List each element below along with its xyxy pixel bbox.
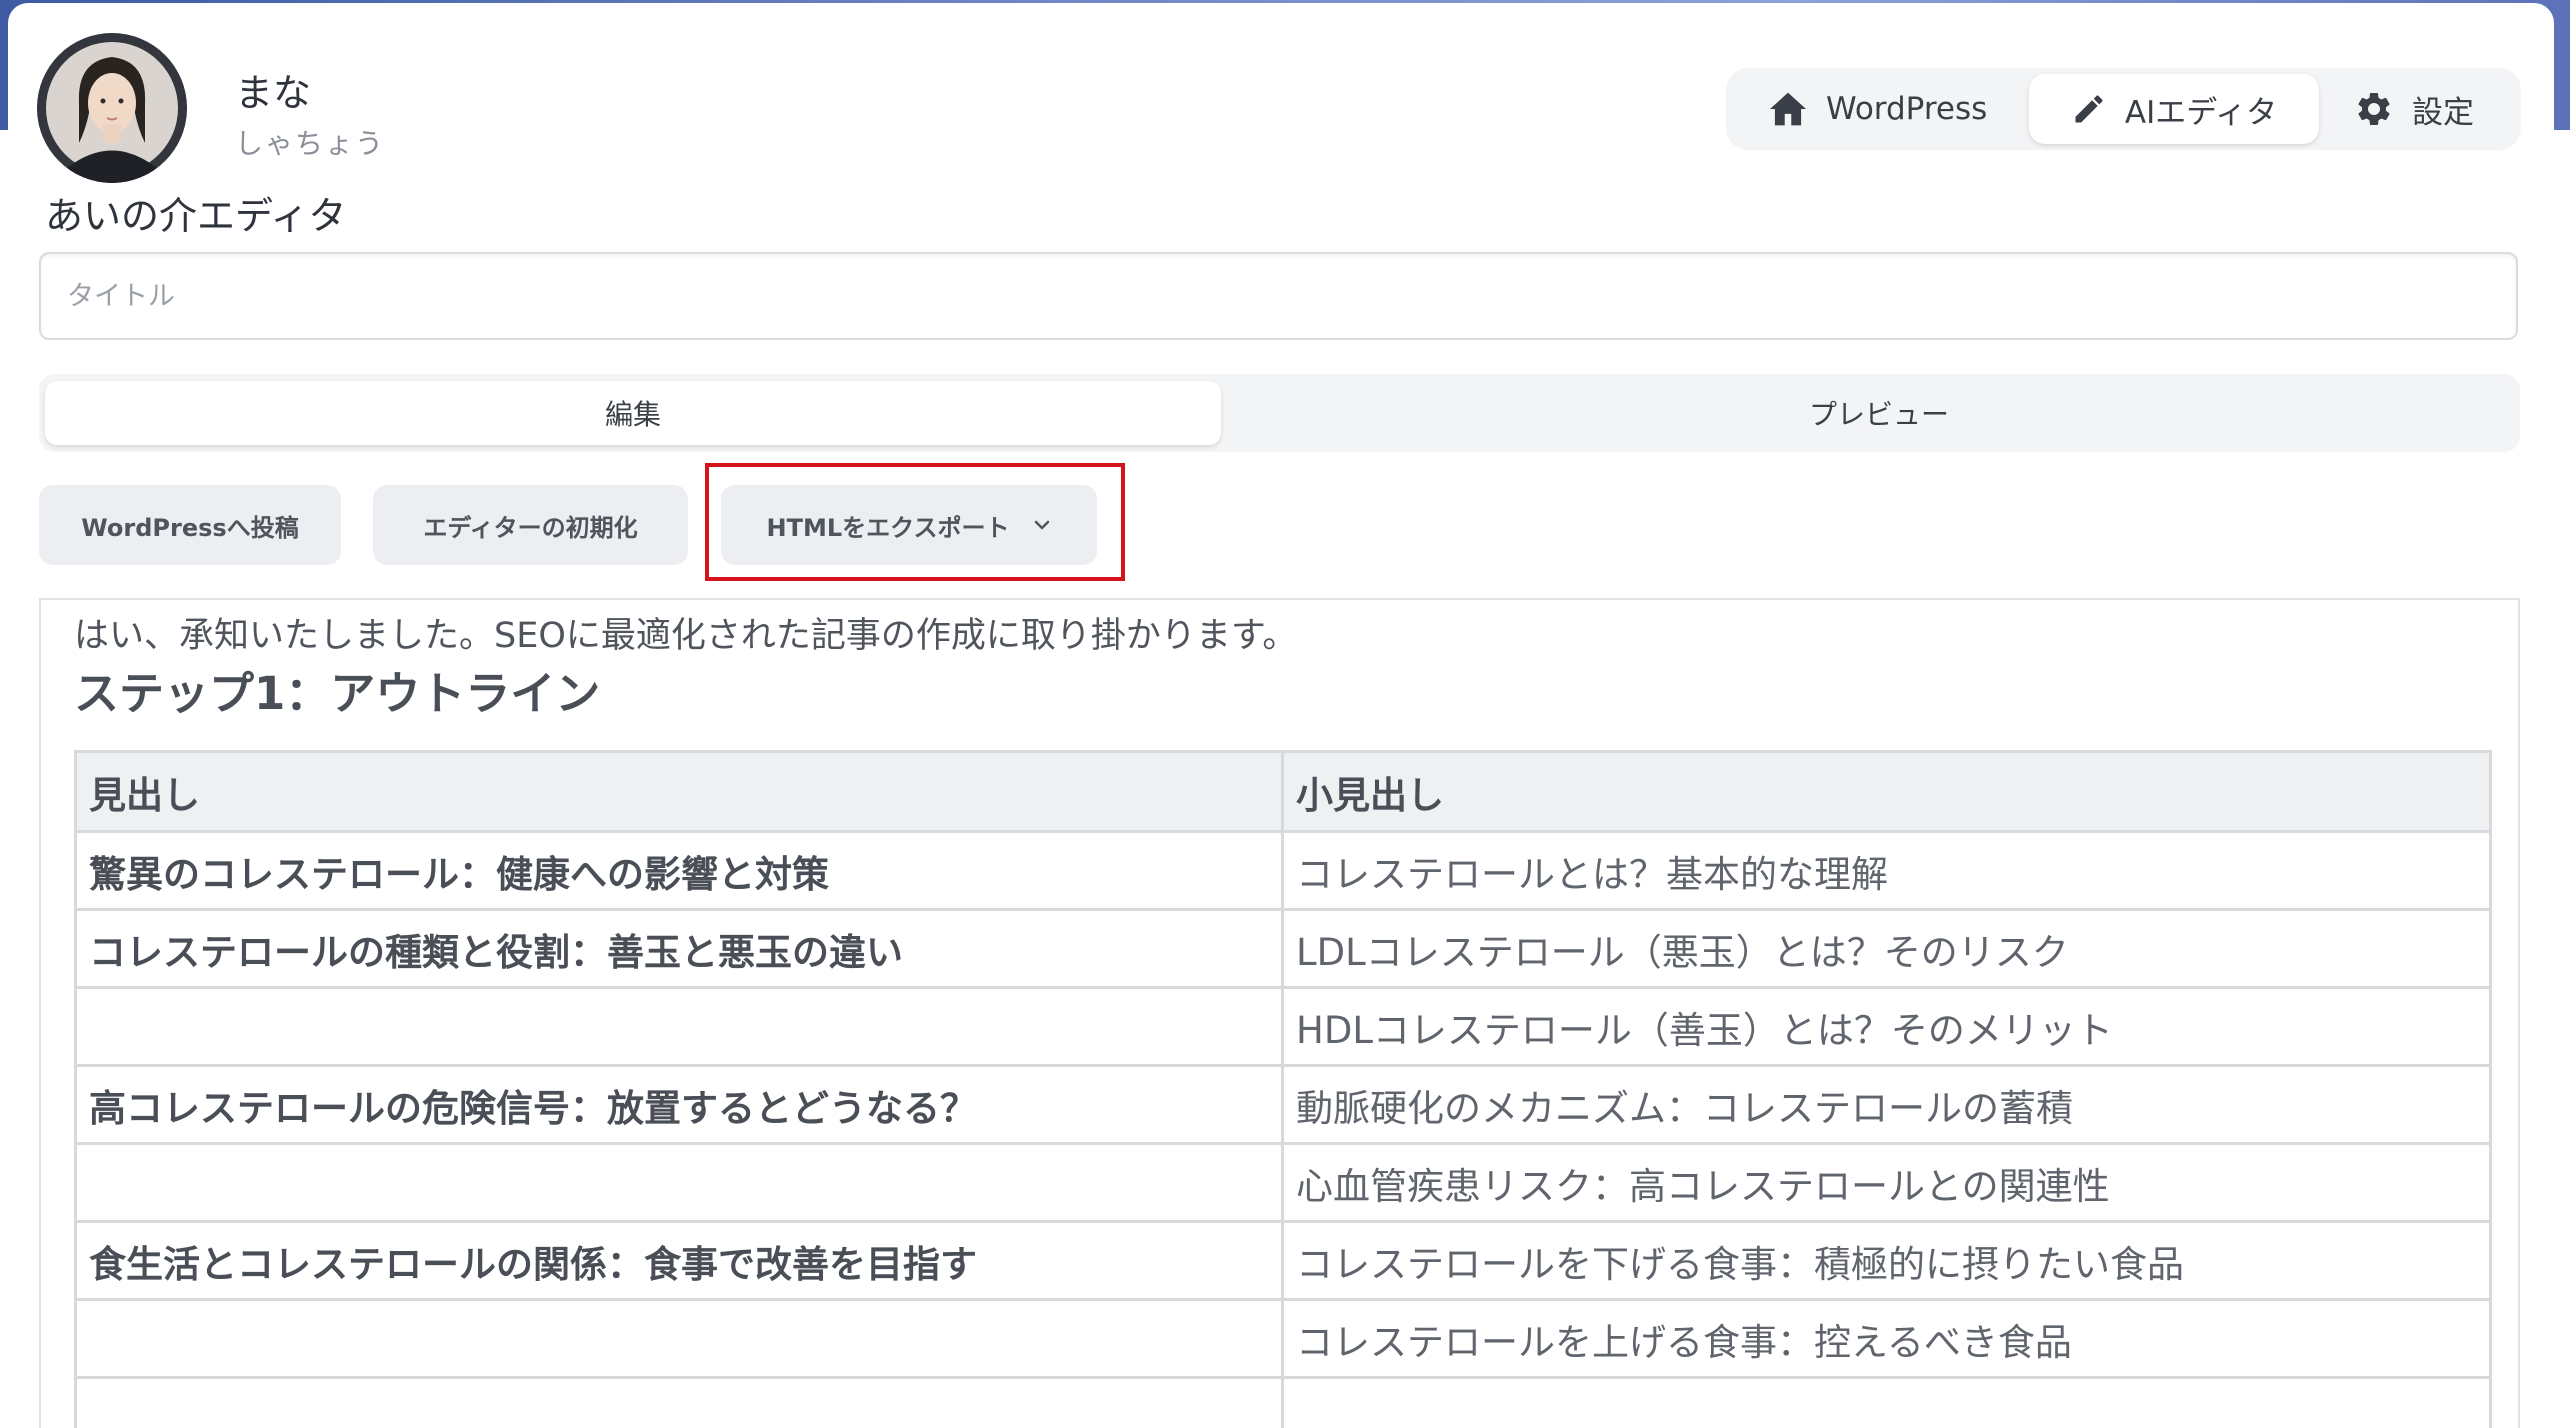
table-cell-subheading: 心血管疾患リスク：高コレステロールとの関連性	[1283, 1144, 2491, 1222]
column-header-subheading: 小見出し	[1283, 752, 2491, 832]
step-heading: ステップ1：アウトライン	[74, 657, 600, 722]
user-subtitle: しゃちょう	[235, 122, 385, 162]
table-cell-subheading: HDLコレステロール（善玉）とは？そのメリット	[1283, 988, 2491, 1066]
table-header-row: 見出し 小見出し	[76, 752, 2491, 832]
table-row: 心血管疾患リスク：高コレステロールとの関連性	[76, 1144, 2491, 1222]
tab-edit[interactable]: 編集	[45, 381, 1221, 445]
nav-item-settings[interactable]: 設定	[2354, 74, 2474, 144]
nav-item-ai-editor[interactable]: AIエディタ	[2029, 74, 2319, 144]
outline-table: 見出し 小見出し 驚異のコレステロール：健康への影響と対策 コレステロールとは？…	[74, 750, 2492, 1428]
intro-text: はい、承知いたしました。SEOに最適化された記事の作成に取り掛かります。	[74, 607, 1297, 658]
table-row: HDLコレステロール（善玉）とは？そのメリット	[76, 988, 2491, 1066]
app-title: あいの介エディタ	[45, 185, 346, 240]
table-cell-subheading	[1283, 1378, 2491, 1428]
table-row: 驚異のコレステロール：健康への影響と対策 コレステロールとは？基本的な理解	[76, 832, 2491, 910]
pencil-icon	[2071, 91, 2107, 127]
table-cell-subheading: LDLコレステロール（悪玉）とは？そのリスク	[1283, 910, 2491, 988]
table-cell-subheading: コレステロールを下げる食事：積極的に摂りたい食品	[1283, 1222, 2491, 1300]
user-name: まな	[235, 62, 311, 117]
table-cell-heading: 驚異のコレステロール：健康への影響と対策	[76, 832, 1283, 910]
post-to-wordpress-button[interactable]: WordPressへ投稿	[39, 485, 341, 565]
table-cell-heading: 高コレステロールの危険信号：放置するとどうなる？	[76, 1066, 1283, 1144]
nav-item-label: 設定	[2412, 87, 2474, 132]
table-cell-heading	[76, 1300, 1283, 1378]
nav-item-label: AIエディタ	[2125, 87, 2277, 132]
table-row: コレステロールの種類と役割：善玉と悪玉の違い LDLコレステロール（悪玉）とは？…	[76, 910, 2491, 988]
table-row: コレステロールを上げる食事：控えるべき食品	[76, 1300, 2491, 1378]
editor-content[interactable]: はい、承知いたしました。SEOに最適化された記事の作成に取り掛かります。 ステッ…	[39, 598, 2520, 1428]
table-cell-heading: コレステロールの種類と役割：善玉と悪玉の違い	[76, 910, 1283, 988]
nav-item-wordpress[interactable]: WordPress	[1768, 74, 1987, 144]
table-cell-heading: 食生活とコレステロールの関係：食事で改善を目指す	[76, 1222, 1283, 1300]
reset-editor-button[interactable]: エディターの初期化	[373, 485, 688, 565]
nav-item-label: WordPress	[1826, 91, 1987, 127]
highlight-box	[705, 463, 1125, 581]
table-cell-heading	[76, 1378, 1283, 1428]
editor-tabs: 編集 プレビュー	[39, 374, 2520, 452]
table-cell-subheading: コレステロールを上げる食事：控えるべき食品	[1283, 1300, 2491, 1378]
main-nav: WordPress AIエディタ 設定	[1726, 68, 2521, 150]
avatar	[37, 33, 187, 183]
title-input[interactable]	[39, 252, 2518, 340]
gear-icon	[2354, 89, 2394, 129]
table-row	[76, 1378, 2491, 1428]
column-header-heading: 見出し	[76, 752, 1283, 832]
tab-preview[interactable]: プレビュー	[1279, 381, 2479, 445]
home-icon	[1768, 91, 1808, 127]
table-cell-subheading: コレステロールとは？基本的な理解	[1283, 832, 2491, 910]
table-cell-heading	[76, 1144, 1283, 1222]
table-cell-heading	[76, 988, 1283, 1066]
table-row: 高コレステロールの危険信号：放置するとどうなる？ 動脈硬化のメカニズム：コレステ…	[76, 1066, 2491, 1144]
table-row: 食生活とコレステロールの関係：食事で改善を目指す コレステロールを下げる食事：積…	[76, 1222, 2491, 1300]
table-cell-subheading: 動脈硬化のメカニズム：コレステロールの蓄積	[1283, 1066, 2491, 1144]
